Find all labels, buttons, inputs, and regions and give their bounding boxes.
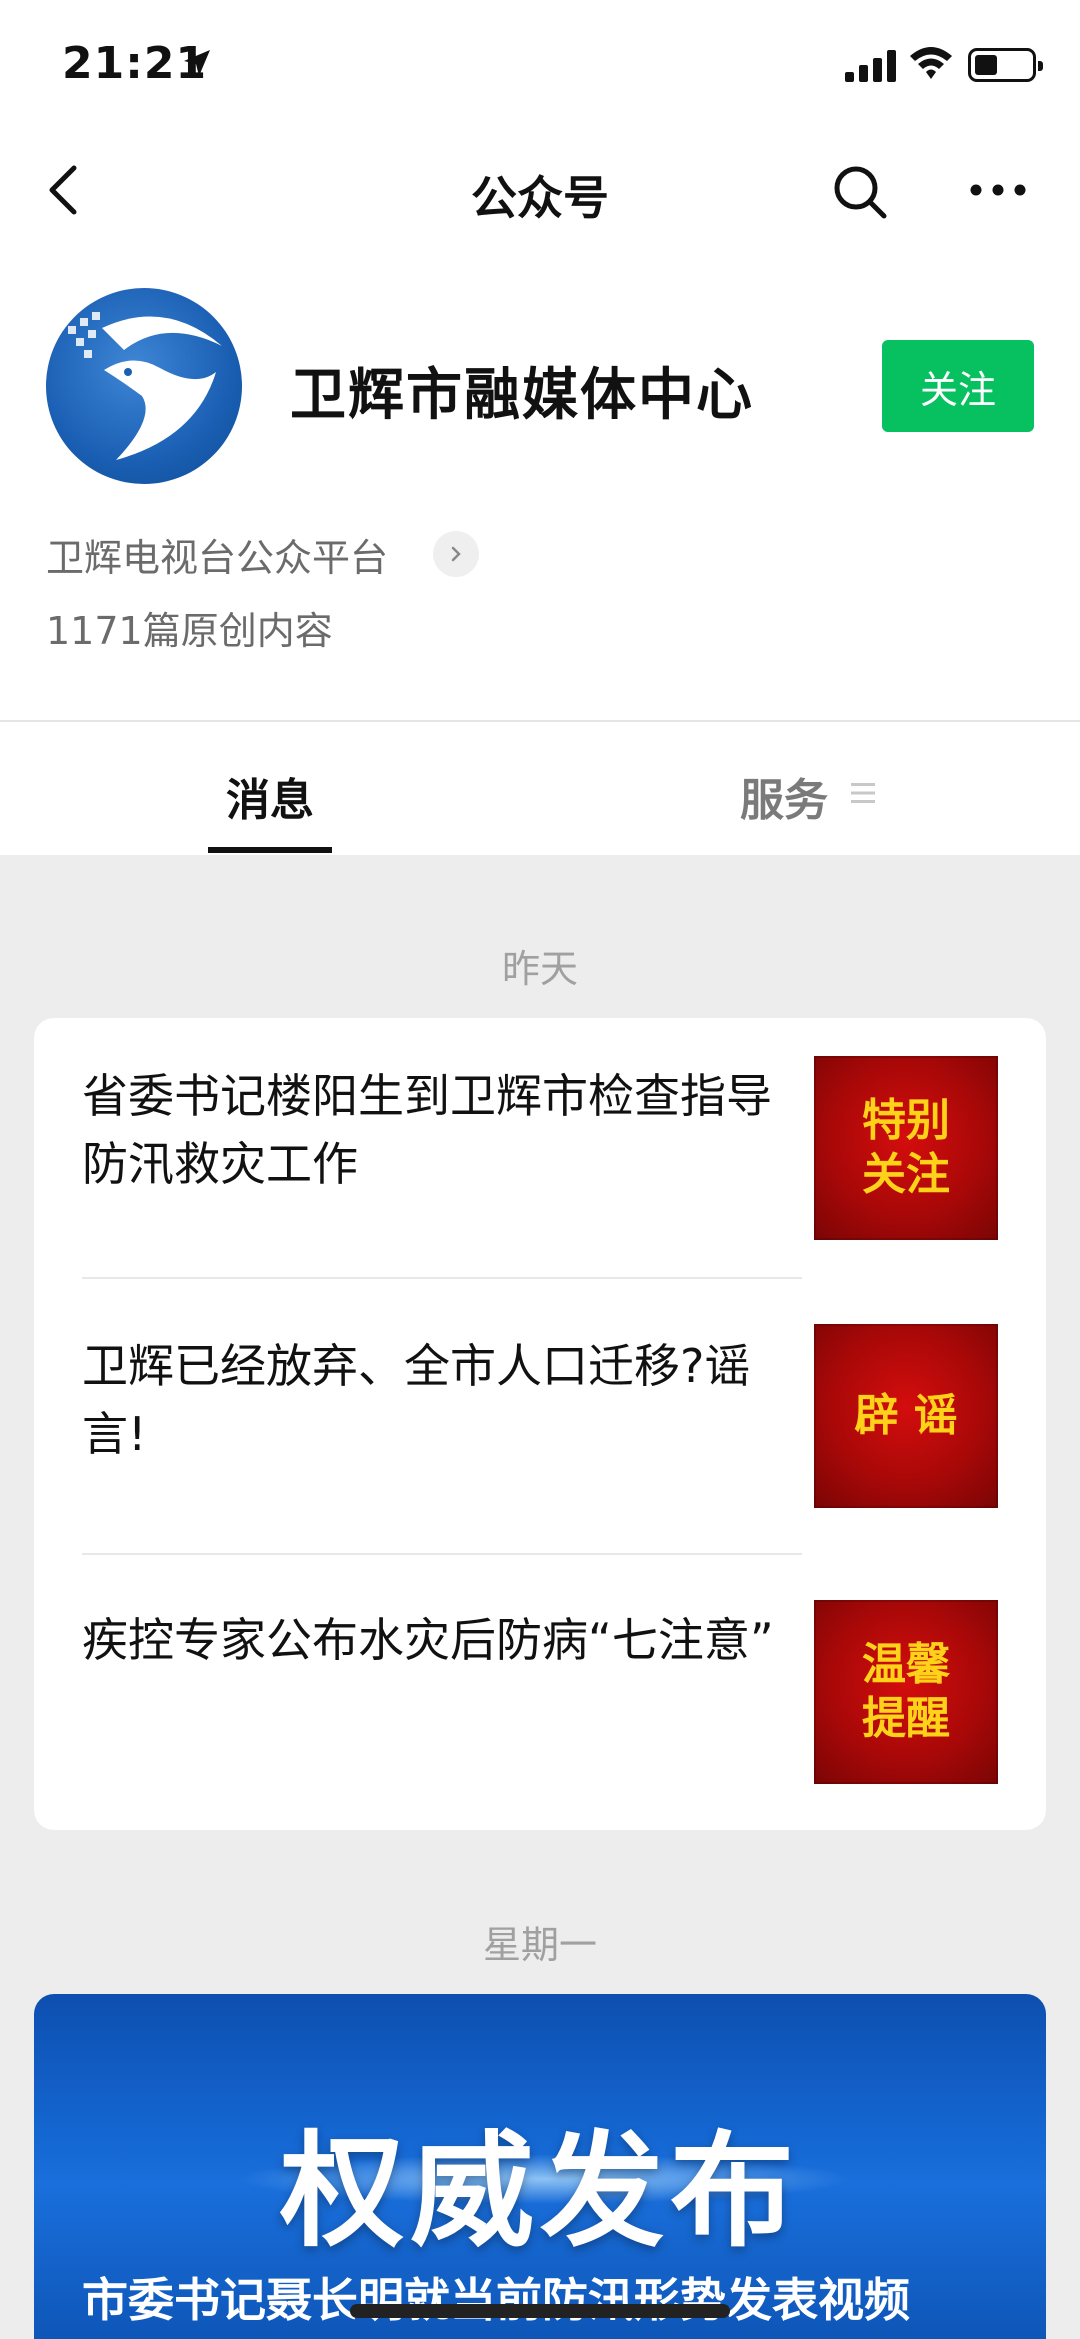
article-thumbnail: 特别 关注 (814, 1056, 998, 1240)
battery-icon (968, 48, 1043, 82)
article-title: 疾控专家公布水灾后防病“七注意” (82, 1613, 774, 1667)
account-avatar[interactable] (46, 288, 242, 484)
account-header-area: 21:21 公众号 卫辉市融媒体中心 关注 卫辉电视台公众平台 1171篇原创内… (0, 0, 1080, 855)
tab-messages[interactable]: 消息 (208, 764, 332, 828)
date-label-monday: 星期一 (482, 1923, 597, 1967)
search-icon[interactable] (830, 162, 890, 222)
chevron-right-icon[interactable] (433, 531, 479, 577)
nav-title: 公众号 (471, 171, 609, 225)
date-label-yesterday: 昨天 (501, 947, 578, 991)
thumb-text: 辟 谣 (854, 1390, 958, 1441)
divider (82, 1553, 802, 1555)
thumb-text: 关注 (862, 1149, 950, 1200)
article-thumbnail: 辟 谣 (814, 1324, 998, 1508)
account-name: 卫辉市融媒体中心 (290, 363, 754, 428)
wifi-icon (910, 47, 952, 79)
tab-services[interactable]: 服务 (740, 764, 828, 828)
thumb-text: 特别 (862, 1095, 950, 1146)
thumb-text: 提醒 (862, 1693, 950, 1744)
article-group-card: 省委书记楼阳生到卫辉市检查指导防汛救灾工作 特别 关注 卫辉已经放弃、全市人口迁… (34, 1018, 1046, 1830)
more-options-icon[interactable] (968, 164, 1028, 216)
thumb-text: 温馨 (862, 1639, 950, 1690)
nav-bar: 公众号 (0, 140, 1080, 240)
bird-logo-icon (68, 312, 222, 460)
banner-headline: 权威发布 (279, 2120, 800, 2264)
featured-article-title: 市委书记聂长明就当前防汛形势发表视频 (82, 2273, 910, 2327)
original-content-count: 1171篇原创内容 (46, 609, 333, 653)
active-tab-indicator (208, 847, 332, 853)
featured-article-card[interactable]: 权威发布 市委书记聂长明就当前防汛形势发表视频 (34, 1994, 1046, 2339)
location-arrow-icon (184, 50, 210, 76)
tab-bar: 消息 服务 (0, 720, 1080, 855)
account-description[interactable]: 卫辉电视台公众平台 (46, 527, 388, 582)
cellular-signal-icon (845, 50, 896, 82)
article-thumbnail: 温馨 提醒 (814, 1600, 998, 1784)
article-title: 卫辉已经放弃、全市人口迁移?谣言! (82, 1339, 751, 1461)
follow-button[interactable]: 关注 (882, 340, 1034, 432)
article-title: 省委书记楼阳生到卫辉市检查指导防汛救灾工作 (82, 1069, 772, 1191)
status-bar: 21:21 (0, 0, 1080, 130)
divider (82, 1277, 802, 1279)
home-indicator[interactable] (350, 2304, 730, 2318)
menu-lines-icon (851, 783, 875, 803)
